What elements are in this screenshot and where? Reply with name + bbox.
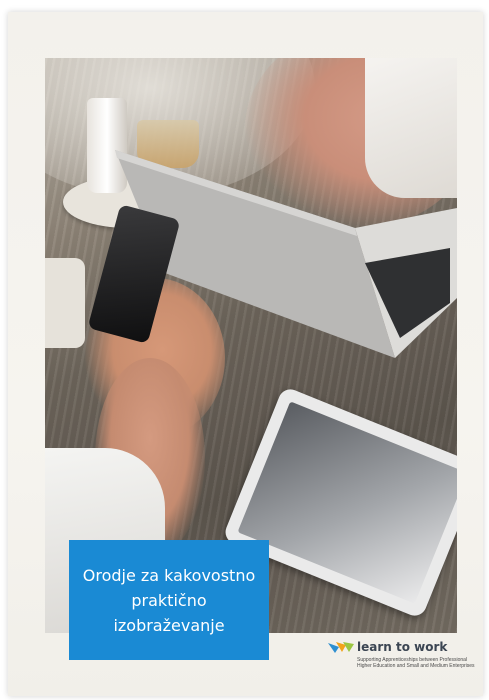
logo-name: learn to work (357, 640, 448, 654)
cover-title-block: Orodje za kakovostno praktično izobražev… (69, 540, 269, 660)
cover-title-line-1: Orodje za kakovostno (82, 565, 256, 585)
learn-to-work-logo: learn to work Supporting Apprenticeships… (327, 638, 477, 688)
hands-logo-icon (328, 642, 354, 653)
cover-title-line-2: praktično (131, 590, 207, 610)
logo-tagline: Supporting Apprenticeships between Profe… (357, 657, 475, 669)
cover-title-line-3: izobraževanje (113, 615, 225, 635)
